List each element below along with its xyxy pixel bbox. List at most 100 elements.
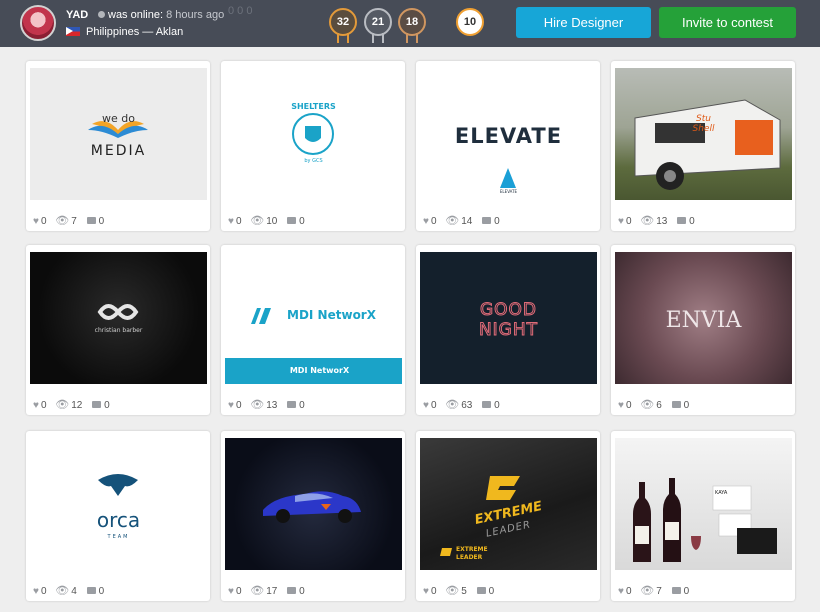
portfolio-thumbnail[interactable]: ELEVATE ELEVATE bbox=[420, 68, 597, 200]
eye-icon: 👁 bbox=[55, 215, 70, 227]
comment-icon[interactable] bbox=[677, 217, 687, 224]
comment-icon[interactable] bbox=[671, 401, 681, 408]
comment-icon[interactable] bbox=[476, 587, 486, 594]
eye-icon: 👁 bbox=[640, 399, 655, 411]
logo-text: Shell bbox=[692, 124, 715, 134]
portfolio-card[interactable]: Stu Shell ♥ 0 👁 13 0 bbox=[611, 61, 795, 231]
comment-icon[interactable] bbox=[287, 217, 297, 224]
comments-count: 0 bbox=[104, 400, 110, 411]
portfolio-thumbnail[interactable]: SHELTERS by GCS bbox=[225, 68, 402, 200]
comment-icon[interactable] bbox=[482, 217, 492, 224]
views-count: 7 bbox=[71, 216, 77, 227]
camper-trailer-image bbox=[634, 99, 781, 190]
comment-icon[interactable] bbox=[287, 401, 297, 408]
eye-icon: 👁 bbox=[55, 585, 70, 597]
logo-text: MEDIA bbox=[90, 143, 147, 159]
comment-icon[interactable] bbox=[482, 401, 492, 408]
ribbon-icon bbox=[337, 33, 349, 43]
card-stats: ♥ 0 👁 5 0 bbox=[423, 585, 494, 597]
views-count: 63 bbox=[461, 400, 473, 411]
eye-icon: 👁 bbox=[250, 585, 265, 597]
heart-icon[interactable]: ♥ bbox=[228, 400, 234, 412]
heart-icon[interactable]: ♥ bbox=[33, 586, 39, 598]
username[interactable]: YAD bbox=[66, 9, 88, 21]
bronze-medal-badge[interactable]: 18 bbox=[398, 8, 426, 43]
silver-medal-badge[interactable]: 21 bbox=[364, 8, 392, 43]
likes-count: 0 bbox=[40, 586, 47, 597]
hire-designer-button[interactable]: Hire Designer bbox=[516, 7, 651, 38]
logo-text: MDI NetworX bbox=[289, 366, 350, 375]
portfolio-card[interactable]: ENVIA ♥ 0 👁 6 0 bbox=[611, 245, 795, 415]
comment-icon[interactable] bbox=[92, 401, 102, 408]
badge-count: 32 bbox=[336, 16, 350, 28]
likes-count: 0 bbox=[430, 586, 437, 597]
faded-stats: 0 0 0 bbox=[228, 5, 253, 17]
comments-count: 0 bbox=[98, 216, 105, 227]
ribbon-icon bbox=[406, 33, 418, 43]
portfolio-card[interactable]: MDI NetworX MDI NetworX ♥ 0 👁 13 0 bbox=[221, 245, 405, 415]
portfolio-thumbnail[interactable]: Stu Shell bbox=[615, 68, 792, 200]
portfolio-thumbnail[interactable]: we do MEDIA bbox=[30, 68, 207, 200]
likes-count: 0 bbox=[430, 216, 437, 227]
avatar[interactable] bbox=[20, 5, 56, 41]
status-dot-icon bbox=[98, 11, 105, 18]
logo-text: we do bbox=[102, 112, 135, 125]
shelters-shield-icon bbox=[292, 113, 334, 155]
heart-icon[interactable]: ♥ bbox=[33, 400, 39, 412]
logo-text: GOOD bbox=[479, 300, 538, 321]
portfolio-card[interactable]: ELEVATE ELEVATE ♥ 0 👁 14 0 bbox=[416, 61, 600, 231]
portfolio-card[interactable]: SHELTERS by GCS ♥ 0 👁 10 0 bbox=[221, 61, 405, 231]
card-stats: ♥ 0 👁 14 0 bbox=[423, 215, 500, 227]
comment-icon[interactable] bbox=[671, 587, 681, 594]
gold-medal-badge[interactable]: 32 bbox=[329, 8, 357, 43]
portfolio-card[interactable]: christian barber ♥ 0 👁 12 0 bbox=[26, 245, 210, 415]
heart-icon[interactable]: ♥ bbox=[618, 586, 624, 598]
comment-icon[interactable] bbox=[287, 587, 297, 594]
wine-branding-mockup-image bbox=[633, 478, 777, 562]
heart-icon[interactable]: ♥ bbox=[33, 216, 39, 228]
portfolio-thumbnail[interactable]: KAYA bbox=[615, 438, 792, 570]
heart-icon[interactable]: ♥ bbox=[618, 400, 624, 412]
views-count: 14 bbox=[461, 216, 473, 227]
comments-count: 0 bbox=[683, 586, 690, 597]
invite-to-contest-button[interactable]: Invite to contest bbox=[659, 7, 796, 38]
comments-count: 0 bbox=[494, 400, 500, 411]
portfolio-card[interactable]: GOOD NIGHT ♥ 0 👁 63 0 bbox=[416, 245, 600, 415]
eye-icon: 👁 bbox=[55, 399, 70, 411]
heart-icon[interactable]: ♥ bbox=[423, 216, 429, 228]
portfolio-card[interactable]: EXTREME LEADER EXTREME LEADER ♥ 0 👁 5 0 bbox=[416, 431, 600, 601]
logo-text: Stu bbox=[696, 114, 711, 124]
portfolio-thumbnail[interactable] bbox=[225, 438, 402, 570]
portfolio-thumbnail[interactable]: GOOD NIGHT bbox=[420, 252, 597, 384]
card-stats: ♥ 0 👁 17 0 bbox=[228, 585, 305, 597]
views-count: 7 bbox=[656, 586, 662, 597]
portfolio-thumbnail[interactable]: ENVIA bbox=[615, 252, 792, 384]
level-badge[interactable]: 10 bbox=[456, 8, 484, 36]
comment-icon[interactable] bbox=[86, 587, 96, 594]
heart-icon[interactable]: ♥ bbox=[423, 586, 429, 598]
portfolio-thumbnail[interactable]: EXTREME LEADER EXTREME LEADER bbox=[420, 438, 597, 570]
portfolio-card[interactable]: KAYA ♥ 0 👁 7 0 bbox=[611, 431, 795, 601]
portfolio-thumbnail[interactable]: MDI NetworX MDI NetworX bbox=[225, 252, 402, 384]
heart-icon[interactable]: ♥ bbox=[228, 586, 234, 598]
heart-icon[interactable]: ♥ bbox=[228, 216, 234, 228]
comment-icon[interactable] bbox=[86, 217, 96, 224]
card-stats: ♥ 0 👁 13 0 bbox=[228, 399, 305, 411]
comments-count: 0 bbox=[689, 216, 695, 227]
blue-car-image bbox=[263, 491, 361, 523]
heart-icon[interactable]: ♥ bbox=[423, 400, 429, 412]
comments-count: 0 bbox=[494, 216, 500, 227]
views-count: 4 bbox=[71, 586, 77, 597]
logo-text: christian barber bbox=[94, 327, 143, 334]
portfolio-thumbnail[interactable]: christian barber bbox=[30, 252, 207, 384]
heart-icon[interactable]: ♥ bbox=[618, 216, 624, 228]
philippines-flag-icon bbox=[66, 27, 80, 36]
logo-text: SHELTERS bbox=[291, 102, 336, 111]
portfolio-thumbnail[interactable]: orca TEAM bbox=[30, 438, 207, 570]
location: Philippines — Aklan bbox=[66, 26, 183, 38]
portfolio-card[interactable]: ♥ 0 👁 17 0 bbox=[221, 431, 405, 601]
portfolio-card[interactable]: orca TEAM ♥ 0 👁 4 0 bbox=[26, 431, 210, 601]
card-stats: ♥ 0 👁 6 0 bbox=[618, 399, 689, 411]
views-count: 13 bbox=[656, 216, 668, 227]
portfolio-card[interactable]: we do MEDIA ♥ 0 👁 7 0 bbox=[26, 61, 210, 231]
